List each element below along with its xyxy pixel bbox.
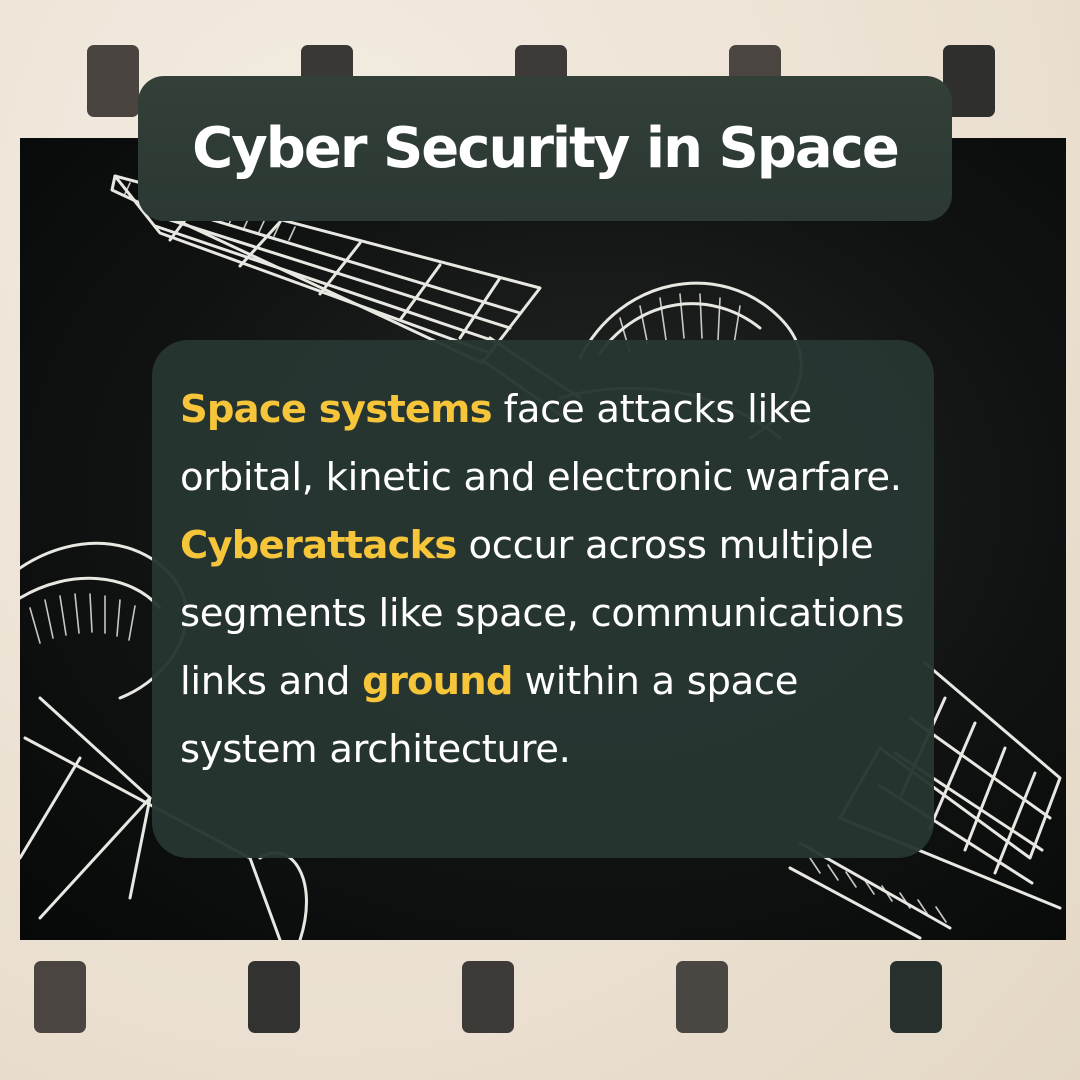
film-sprocket-hole bbox=[248, 961, 300, 1033]
film-sprocket-hole bbox=[34, 961, 86, 1033]
page-title: Cyber Security in Space bbox=[192, 116, 900, 181]
content-card: Space systems face attacks like orbital,… bbox=[152, 340, 934, 858]
film-sprocket-hole bbox=[676, 961, 728, 1033]
film-sprocket-hole bbox=[890, 961, 942, 1033]
title-banner: Cyber Security in Space bbox=[138, 76, 952, 221]
highlight-space-systems: Space systems bbox=[180, 387, 492, 432]
highlight-ground: ground bbox=[362, 659, 513, 704]
film-sprocket-hole bbox=[87, 45, 139, 117]
body-paragraph: Space systems face attacks like orbital,… bbox=[180, 376, 920, 784]
film-sprocket-hole bbox=[462, 961, 514, 1033]
highlight-cyberattacks: Cyberattacks bbox=[180, 523, 457, 568]
